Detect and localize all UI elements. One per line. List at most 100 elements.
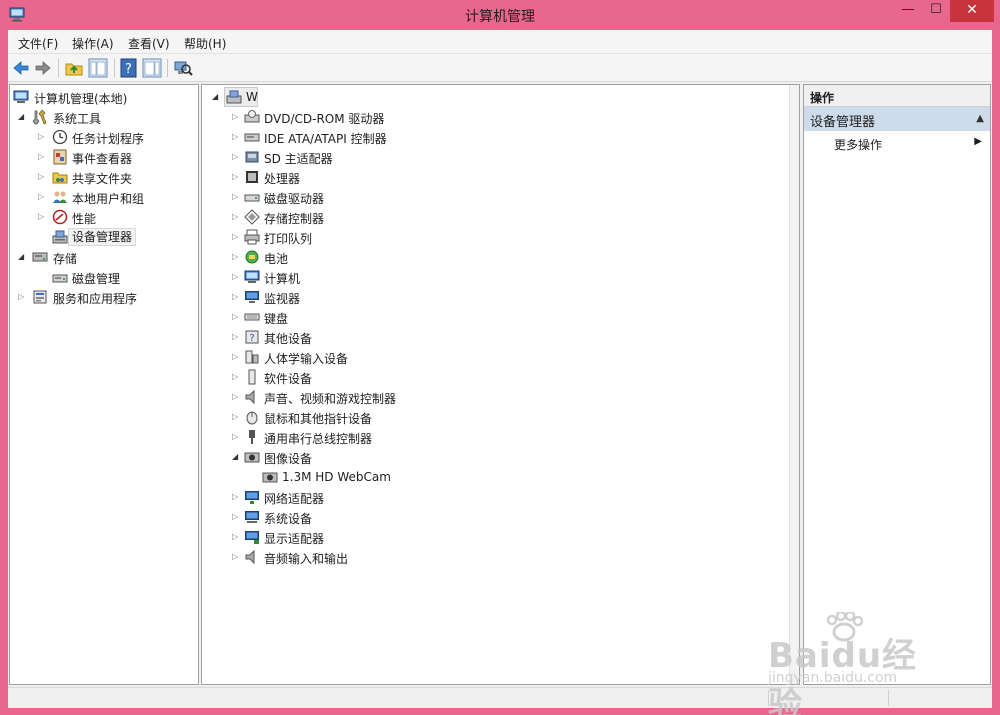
tree-item-system-tools[interactable]: ◢ 系统工具	[10, 107, 198, 127]
device-category[interactable]: ▷ SD 主适配器	[202, 147, 762, 167]
collapse-arrow-icon[interactable]: ◢	[18, 252, 27, 262]
device-category[interactable]: 1.3M HD WebCam	[202, 467, 762, 487]
expand-arrow-icon[interactable]: ▷	[232, 132, 241, 142]
tree-item-performance[interactable]: ▷ 性能	[10, 207, 198, 227]
tree-item-disk-management[interactable]: 磁盘管理	[10, 267, 198, 287]
menu-help[interactable]: 帮助(H)	[184, 35, 226, 52]
device-category[interactable]: ▷ 音频输入和输出	[202, 547, 762, 567]
menu-file[interactable]: 文件(F)	[18, 35, 58, 52]
collapse-up-icon[interactable]: ▲	[976, 113, 984, 124]
expand-arrow-icon[interactable]: ▷	[232, 332, 241, 342]
device-category-label: 其他设备	[264, 332, 313, 346]
device-category[interactable]: ▷ 键盘	[202, 307, 762, 327]
tree-item-local-users[interactable]: ▷ 本地用户和组	[10, 187, 198, 207]
device-category[interactable]: ▷ 人体学输入设备	[202, 347, 762, 367]
device-category[interactable]: ▷ 存储控制器	[202, 207, 762, 227]
show-hide-action-pane-icon[interactable]	[142, 58, 162, 78]
expand-arrow-icon[interactable]: ▷	[232, 232, 241, 242]
device-category-label: 通用串行总线控制器	[264, 432, 373, 446]
expand-arrow-icon[interactable]: ▷	[38, 212, 47, 222]
expand-arrow-icon[interactable]: ▷	[232, 432, 241, 442]
forward-icon[interactable]	[33, 58, 53, 78]
device-category[interactable]: ▷ 处理器	[202, 167, 762, 187]
device-category[interactable]: ▷ 鼠标和其他指针设备	[202, 407, 762, 427]
device-category[interactable]: ▷ 电池	[202, 247, 762, 267]
event-log-icon	[53, 149, 67, 165]
tree-item-storage[interactable]: ◢ 存储	[10, 247, 198, 267]
up-folder-icon[interactable]	[64, 58, 84, 78]
more-actions-item[interactable]: 更多操作 ▶	[804, 133, 990, 153]
tools-icon	[32, 109, 47, 125]
device-category[interactable]: ▷ 监视器	[202, 287, 762, 307]
tree-item-device-manager[interactable]: 设备管理器	[10, 227, 198, 247]
expand-arrow-icon[interactable]: ▷	[38, 172, 47, 182]
expand-arrow-icon[interactable]: ▷	[232, 292, 241, 302]
tree-item-task-scheduler[interactable]: ▷ 任务计划程序	[10, 127, 198, 147]
device-category[interactable]: ▷ 软件设备	[202, 367, 762, 387]
expand-arrow-icon[interactable]: ▷	[232, 172, 241, 182]
expand-arrow-icon[interactable]: ▷	[232, 552, 241, 562]
expand-arrow-icon[interactable]: ▷	[232, 272, 241, 282]
device-tree-root[interactable]: ◢ W	[202, 87, 762, 107]
expand-arrow-icon[interactable]: ▷	[232, 372, 241, 382]
device-category[interactable]: ▷? 其他设备	[202, 327, 762, 347]
device-category-label: 键盘	[264, 312, 289, 326]
tree-item-shared-folders[interactable]: ▷ 共享文件夹	[10, 167, 198, 187]
actions-header: 操作	[804, 85, 990, 107]
menu-view[interactable]: 查看(V)	[128, 35, 170, 52]
device-category[interactable]: ▷ 系统设备	[202, 507, 762, 527]
expand-arrow-icon[interactable]: ▷	[38, 132, 47, 142]
menu-action[interactable]: 操作(A)	[72, 35, 114, 52]
tree-item-services-apps[interactable]: ▷ 服务和应用程序	[10, 287, 198, 307]
device-category[interactable]: ◢ 图像设备	[202, 447, 762, 467]
collapse-arrow-icon[interactable]: ◢	[212, 92, 221, 102]
device-category[interactable]: ▷ 计算机	[202, 267, 762, 287]
expand-arrow-icon[interactable]: ▷	[232, 512, 241, 522]
other-device-icon: ?	[245, 330, 259, 344]
tree-root[interactable]: 计算机管理(本地)	[10, 87, 198, 107]
actions-section-device-manager[interactable]: 设备管理器 ▲	[804, 107, 990, 131]
device-category-label: IDE ATA/ATAPI 控制器	[264, 132, 387, 146]
expand-arrow-icon[interactable]: ▷	[232, 392, 241, 402]
expand-arrow-icon[interactable]: ▷	[232, 352, 241, 362]
computer-icon	[244, 270, 260, 283]
show-hide-tree-icon[interactable]	[88, 58, 108, 78]
device-category[interactable]: ▷ 通用串行总线控制器	[202, 427, 762, 447]
device-category[interactable]: ▷ 显示适配器	[202, 527, 762, 547]
users-icon	[53, 191, 67, 203]
close-button[interactable]: ✕	[950, 0, 994, 22]
expand-arrow-icon[interactable]: ▷	[232, 312, 241, 322]
device-category-label: 系统设备	[264, 512, 313, 526]
minimize-button[interactable]: —	[894, 0, 922, 22]
back-icon[interactable]	[11, 58, 31, 78]
collapse-arrow-icon[interactable]: ◢	[232, 452, 241, 462]
expand-arrow-icon[interactable]: ▷	[232, 152, 241, 162]
help-icon[interactable]: ?	[119, 58, 139, 78]
collapse-arrow-icon[interactable]: ◢	[18, 112, 27, 122]
expand-arrow-icon[interactable]: ▷	[232, 252, 241, 262]
performance-icon	[52, 209, 68, 225]
tree-item-event-viewer[interactable]: ▷ 事件查看器	[10, 147, 198, 167]
device-manager-icon	[52, 230, 68, 244]
device-category[interactable]: ▷ IDE ATA/ATAPI 控制器	[202, 127, 762, 147]
device-category[interactable]: ▷ 磁盘驱动器	[202, 187, 762, 207]
expand-arrow-icon[interactable]: ▷	[232, 532, 241, 542]
expand-arrow-icon[interactable]: ▷	[18, 292, 27, 302]
expand-arrow-icon[interactable]: ▷	[232, 412, 241, 422]
device-category-label: 监视器	[264, 292, 301, 306]
maximize-button[interactable]: ☐	[922, 0, 950, 22]
device-category[interactable]: ▷ DVD/CD-ROM 驱动器	[202, 107, 762, 127]
device-category[interactable]: ▷ 网络适配器	[202, 487, 762, 507]
scan-hardware-icon[interactable]	[173, 58, 193, 78]
expand-arrow-icon[interactable]: ▷	[232, 112, 241, 122]
expand-arrow-icon[interactable]: ▷	[38, 152, 47, 162]
device-category[interactable]: ▷ 打印队列	[202, 227, 762, 247]
device-category[interactable]: ▷ 声音、视频和游戏控制器	[202, 387, 762, 407]
device-category-label: 图像设备	[264, 452, 313, 466]
expand-arrow-icon[interactable]: ▷	[232, 492, 241, 502]
expand-arrow-icon[interactable]: ▷	[38, 192, 47, 202]
expand-arrow-icon[interactable]: ▷	[232, 212, 241, 222]
vertical-scrollbar[interactable]	[789, 85, 799, 684]
expand-arrow-icon[interactable]: ▷	[232, 192, 241, 202]
software-device-icon	[248, 369, 256, 385]
